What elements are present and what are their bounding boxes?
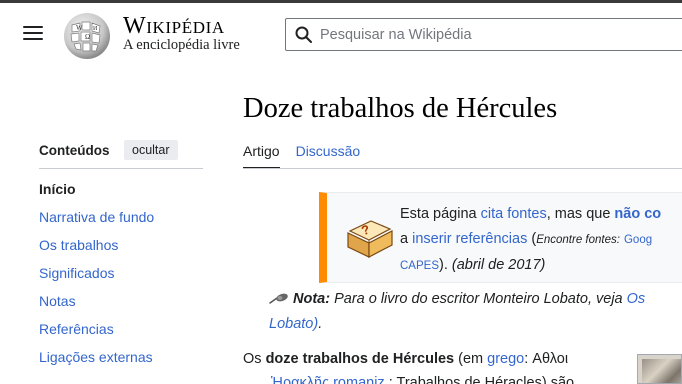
wikipedia-wordmark[interactable]: Wikipédia [123, 13, 225, 40]
toc-hide-button[interactable]: ocultar [124, 140, 178, 160]
svg-text:И: И [93, 26, 98, 32]
hamburger-bar [23, 32, 43, 34]
notice-text: Esta página [400, 206, 481, 222]
toc-item[interactable]: Significados [39, 264, 154, 292]
pin-icon [269, 293, 288, 304]
lead-text: (em [454, 351, 488, 367]
hatnote-end: . [318, 316, 323, 332]
tab-discussao[interactable]: Discussão [296, 143, 361, 169]
search-input[interactable] [320, 26, 680, 43]
svg-text:W: W [76, 24, 83, 32]
citation-notice-text: Esta página cita fontes, mas que não co … [400, 202, 682, 279]
hamburger-menu-icon [23, 26, 43, 28]
lead-text: : Αθλοι [524, 351, 569, 367]
book-question-icon: ? [347, 220, 393, 258]
toc-item-significados[interactable]: Significados [39, 265, 115, 281]
toc-item-notas[interactable]: Notas [39, 293, 76, 309]
toc-item[interactable]: Notas [39, 292, 154, 320]
page-tabs: Artigo Discussão [243, 143, 376, 169]
tabs-divider [243, 168, 682, 169]
capes-link[interactable]: CAPES [400, 260, 439, 272]
citation-notice-box: ? Esta página cita fontes, mas que não c… [319, 192, 682, 283]
nao-consegue-link[interactable]: não co [614, 206, 661, 222]
search-box[interactable] [285, 18, 682, 51]
notice-text: , mas que [546, 206, 615, 222]
toc-item[interactable]: Referências [39, 320, 154, 348]
grego-link[interactable]: grego [487, 351, 524, 367]
lead-bold-term: doze trabalhos de Hércules [265, 351, 455, 367]
hatnote-label: Nota: [293, 291, 331, 307]
hatnote-link[interactable]: Os [627, 291, 646, 307]
toc-item[interactable]: Os trabalhos [39, 236, 154, 264]
toc-list: Início Narrativa de fundo Os trabalhos S… [39, 180, 154, 376]
hatnote-link-continued[interactable]: Lobato) [269, 316, 318, 332]
toc-heading: Conteúdos [39, 143, 110, 158]
toc-item[interactable]: Início [39, 180, 154, 208]
toc-item-referencias[interactable]: Referências [39, 321, 114, 337]
notice-text: ( [527, 231, 537, 247]
toc-item-inicio[interactable]: Início [39, 181, 76, 197]
notice-text: ). [439, 257, 452, 273]
svg-text:Ω: Ω [85, 33, 90, 41]
page-title: Doze trabalhos de Hércules [243, 93, 558, 124]
toc-item[interactable]: Ligações externas [39, 348, 154, 376]
lead-text: Os [243, 351, 266, 367]
hamburger-bar [23, 38, 43, 40]
wikipedia-tagline: A enciclopédia livre [123, 37, 240, 53]
top-border [0, 0, 682, 3]
toc-divider [39, 168, 203, 169]
wikipedia-globe-icon[interactable]: W Ω И [62, 11, 112, 61]
google-sources-link[interactable]: Goog [624, 234, 652, 246]
hatnote-text: Para o livro do escritor Monteiro Lobato… [330, 291, 627, 307]
main-menu-button[interactable] [23, 26, 43, 44]
notice-text: a [400, 231, 413, 247]
toc-item-ligacoes-externas[interactable]: Ligações externas [39, 349, 153, 365]
toc-item[interactable]: Narrativa de fundo [39, 208, 154, 236]
inserir-referencias-link[interactable]: inserir referências [412, 231, 527, 247]
hatnote: Nota: Para o livro do escritor Monteiro … [269, 287, 682, 337]
lead-paragraph: Os doze trabalhos de Hércules (em grego:… [243, 347, 633, 384]
tab-artigo[interactable]: Artigo [243, 143, 280, 169]
lead-line-2: Ἡρακλῆς romaniz.: Trabalhos de Héracles)… [243, 371, 633, 384]
cita-fontes-link[interactable]: cita fontes [481, 206, 547, 222]
search-icon [295, 26, 312, 43]
notice-date: (abril de 2017) [451, 257, 546, 273]
lead-text: : Trabalhos de Héracles) são [388, 375, 575, 384]
toc-item-narrativa-de-fundo[interactable]: Narrativa de fundo [39, 209, 154, 225]
infobox-image[interactable] [637, 354, 682, 384]
relief-image [642, 359, 681, 383]
find-sources-label: Encontre fontes: [536, 234, 620, 246]
romaniz-link[interactable]: Ἡρακλῆς romaniz. [271, 375, 389, 384]
toc-item-os-trabalhos[interactable]: Os trabalhos [39, 237, 118, 253]
